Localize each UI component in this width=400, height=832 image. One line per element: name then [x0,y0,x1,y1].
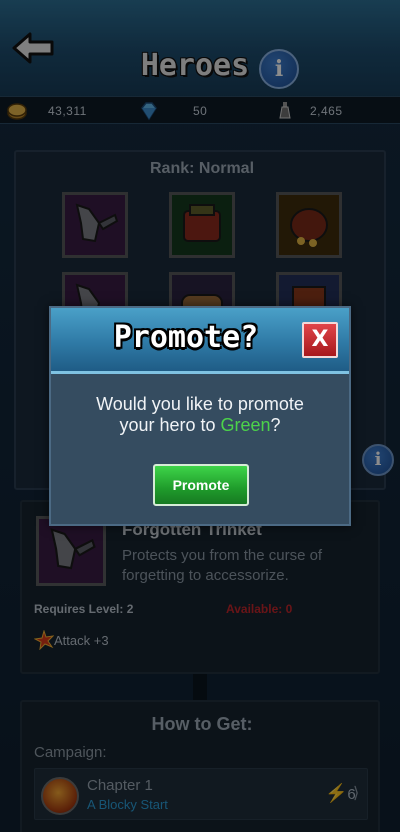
message-line-2: your hero to Green? [51,415,349,436]
dialog-message: Would you like to promote your hero to G… [51,394,349,436]
dialog-title: Promote? [113,320,259,355]
heroes-screen: Heroes i 43,311 + 50 + 2,465 [0,0,400,832]
rank-highlight: Green [220,415,271,435]
promote-button[interactable]: Promote [153,464,249,506]
dialog-header: Promote? X [51,308,349,374]
message-line-1: Would you like to promote [96,394,304,414]
message-prefix: your hero to [119,415,221,435]
close-icon: X [311,327,329,352]
message-suffix: ? [270,415,281,435]
close-button[interactable]: X [302,322,338,358]
promote-dialog: Promote? X Would you like to promote you… [49,306,351,526]
